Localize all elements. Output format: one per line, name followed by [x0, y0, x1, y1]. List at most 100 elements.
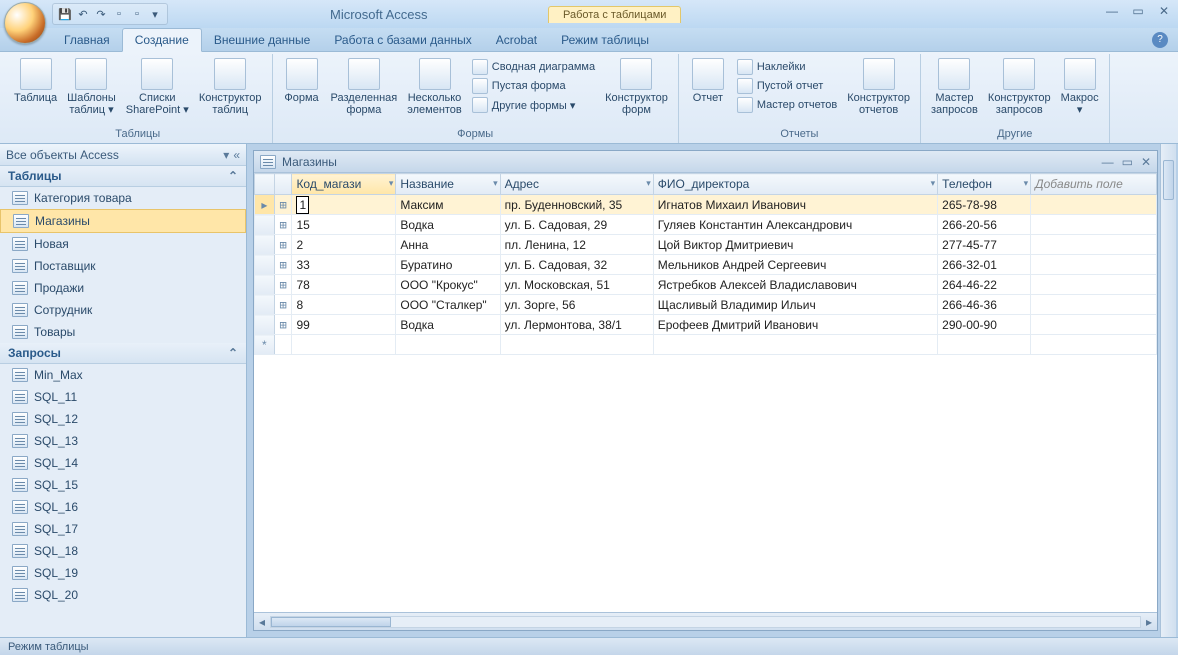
- expand-icon[interactable]: ⊞: [274, 255, 292, 275]
- nav-dropdown-icon[interactable]: ▾: [223, 148, 229, 162]
- cell[interactable]: [1031, 295, 1157, 315]
- column-dropdown-icon[interactable]: ▾: [493, 178, 498, 189]
- column-header[interactable]: Код_магази▾: [292, 174, 396, 195]
- ribbon-button[interactable]: Мастерзапросов: [927, 56, 982, 118]
- ribbon-small-button[interactable]: Сводная диаграмма: [468, 58, 599, 76]
- qat-dropdown-icon[interactable]: ▾: [147, 6, 163, 22]
- cell[interactable]: 8: [292, 295, 396, 315]
- expand-icon[interactable]: ⊞: [274, 315, 292, 335]
- nav-collapse-icon[interactable]: «: [233, 148, 240, 162]
- ribbon-small-button[interactable]: Пустой отчет: [733, 77, 841, 95]
- ribbon-small-button[interactable]: Наклейки: [733, 58, 841, 76]
- row-selector[interactable]: [255, 215, 275, 235]
- row-selector[interactable]: [255, 315, 275, 335]
- cell[interactable]: Игнатов Михаил Иванович: [653, 195, 937, 215]
- qat-item-icon[interactable]: ▫: [129, 6, 145, 22]
- add-field-header[interactable]: Добавить поле: [1031, 174, 1157, 195]
- cell[interactable]: ООО "Сталкер": [396, 295, 500, 315]
- ribbon-small-button[interactable]: Мастер отчетов: [733, 96, 841, 114]
- nav-item[interactable]: Магазины: [0, 209, 246, 233]
- column-dropdown-icon[interactable]: ▾: [646, 178, 651, 189]
- tab-создание[interactable]: Создание: [122, 28, 202, 52]
- horizontal-scrollbar[interactable]: ◂ ▸: [254, 612, 1157, 630]
- column-dropdown-icon[interactable]: ▾: [931, 178, 936, 189]
- nav-item[interactable]: Товары: [0, 321, 246, 343]
- nav-item[interactable]: SQL_11: [0, 386, 246, 408]
- cell[interactable]: Буратино: [396, 255, 500, 275]
- nav-item[interactable]: Поставщик: [0, 255, 246, 277]
- table-row[interactable]: ⊞99Водкаул. Лермонтова, 38/1Ерофеев Дмит…: [255, 315, 1157, 335]
- cell[interactable]: [396, 335, 500, 355]
- tab-главная[interactable]: Главная: [52, 29, 122, 51]
- nav-item[interactable]: Продажи: [0, 277, 246, 299]
- ribbon-small-button[interactable]: Другие формы ▾: [468, 96, 599, 114]
- maximize-button[interactable]: ▭: [1130, 4, 1146, 18]
- outer-vertical-scrollbar[interactable]: [1160, 144, 1176, 637]
- cell[interactable]: Цой Виктор Дмитриевич: [653, 235, 937, 255]
- column-header[interactable]: Телефон▾: [938, 174, 1031, 195]
- cell[interactable]: 290-00-90: [938, 315, 1031, 335]
- save-icon[interactable]: 💾: [57, 6, 73, 22]
- cell[interactable]: Максим: [396, 195, 500, 215]
- cell[interactable]: ул. Зорге, 56: [500, 295, 653, 315]
- subwindow-titlebar[interactable]: Магазины — ▭ ✕: [254, 151, 1157, 173]
- cell[interactable]: ООО "Крокус": [396, 275, 500, 295]
- new-row-indicator[interactable]: *: [255, 335, 275, 355]
- row-selector[interactable]: ▸: [255, 195, 275, 215]
- select-all-header[interactable]: [255, 174, 275, 195]
- cell[interactable]: пл. Ленина, 12: [500, 235, 653, 255]
- subwin-close-icon[interactable]: ✕: [1141, 155, 1151, 169]
- cell[interactable]: 277-45-77: [938, 235, 1031, 255]
- nav-item[interactable]: SQL_13: [0, 430, 246, 452]
- cell[interactable]: 2: [292, 235, 396, 255]
- ribbon-button[interactable]: Форма: [279, 56, 325, 106]
- cell[interactable]: ул. Лермонтова, 38/1: [500, 315, 653, 335]
- nav-header[interactable]: Все объекты Access ▾«: [0, 144, 246, 166]
- qat-item-icon[interactable]: ▫: [111, 6, 127, 22]
- cell[interactable]: [292, 335, 396, 355]
- tab-внешние-данные[interactable]: Внешние данные: [202, 29, 323, 51]
- ribbon-button[interactable]: Конструкторотчетов: [843, 56, 914, 118]
- ribbon-button[interactable]: Несколькоэлементов: [403, 56, 466, 118]
- cell[interactable]: [1031, 275, 1157, 295]
- nav-item[interactable]: SQL_14: [0, 452, 246, 474]
- cell[interactable]: Гуляев Константин Александрович: [653, 215, 937, 235]
- nav-item[interactable]: Новая: [0, 233, 246, 255]
- cell[interactable]: [1031, 335, 1157, 355]
- expand-icon[interactable]: ⊞: [274, 295, 292, 315]
- expand-icon[interactable]: ⊞: [274, 275, 292, 295]
- cell[interactable]: 265-78-98: [938, 195, 1031, 215]
- tab-работа-с-базами-данных[interactable]: Работа с базами данных: [322, 29, 483, 51]
- redo-icon[interactable]: ↷: [93, 6, 109, 22]
- column-header[interactable]: ФИО_директора▾: [653, 174, 937, 195]
- cell[interactable]: 266-46-36: [938, 295, 1031, 315]
- nav-section-header[interactable]: Таблицы⌃: [0, 166, 246, 187]
- row-selector[interactable]: [255, 235, 275, 255]
- cell[interactable]: 1: [292, 195, 396, 215]
- ribbon-button[interactable]: Таблица: [10, 56, 61, 106]
- ribbon-button[interactable]: Конструкторзапросов: [984, 56, 1055, 118]
- expand-icon[interactable]: ⊞: [274, 235, 292, 255]
- ribbon-small-button[interactable]: Пустая форма: [468, 77, 599, 95]
- cell[interactable]: 99: [292, 315, 396, 335]
- cell[interactable]: 264-46-22: [938, 275, 1031, 295]
- minimize-button[interactable]: —: [1104, 4, 1120, 18]
- cell[interactable]: 33: [292, 255, 396, 275]
- new-row[interactable]: *: [255, 335, 1157, 355]
- cell[interactable]: Водка: [396, 315, 500, 335]
- table-row[interactable]: ⊞78ООО "Крокус"ул. Московская, 51Ястребк…: [255, 275, 1157, 295]
- nav-item[interactable]: Сотрудник: [0, 299, 246, 321]
- nav-item[interactable]: SQL_15: [0, 474, 246, 496]
- row-selector[interactable]: [255, 295, 275, 315]
- column-header[interactable]: Адрес▾: [500, 174, 653, 195]
- nav-item[interactable]: SQL_12: [0, 408, 246, 430]
- nav-section-header[interactable]: Запросы⌃: [0, 343, 246, 364]
- cell[interactable]: Щасливый Владимир Ильич: [653, 295, 937, 315]
- office-button[interactable]: [4, 2, 46, 44]
- table-row[interactable]: ⊞2Аннапл. Ленина, 12Цой Виктор Дмитриеви…: [255, 235, 1157, 255]
- table-row[interactable]: ⊞15Водкаул. Б. Садовая, 29Гуляев Констан…: [255, 215, 1157, 235]
- datasheet-grid[interactable]: Код_магази▾Название▾Адрес▾ФИО_директора▾…: [254, 173, 1157, 612]
- cell[interactable]: [1031, 195, 1157, 215]
- cell[interactable]: пр. Буденновский, 35: [500, 195, 653, 215]
- cell[interactable]: ул. Московская, 51: [500, 275, 653, 295]
